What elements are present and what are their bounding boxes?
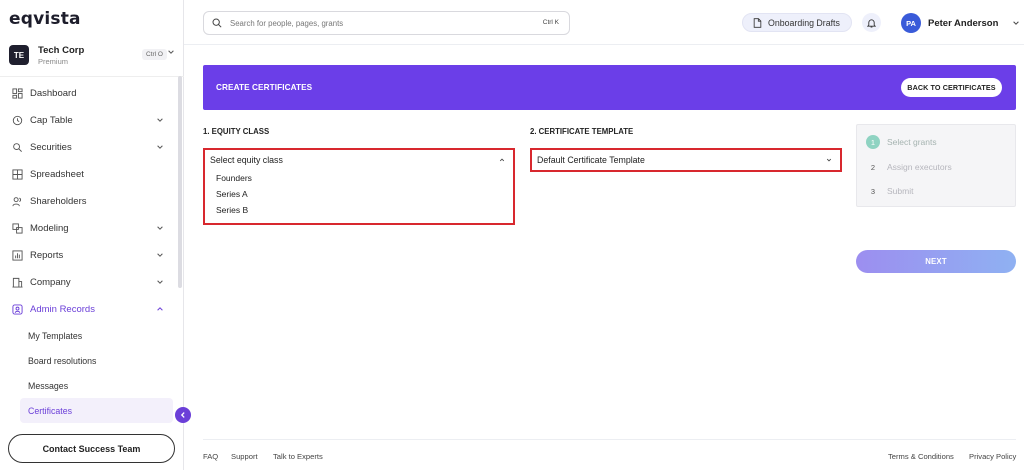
sidebar-subitem-messages[interactable]: Messages xyxy=(0,373,176,398)
sidebar-item-label: Shareholders xyxy=(30,196,87,207)
sidebar-item-label: Admin Records xyxy=(30,304,95,315)
contact-success-team-button[interactable]: Contact Success Team xyxy=(8,434,175,463)
equity-option-founders[interactable]: Founders xyxy=(205,170,513,186)
bell-icon xyxy=(867,18,876,27)
chevron-down-icon xyxy=(157,145,163,149)
next-button[interactable]: NEXT xyxy=(856,250,1016,273)
certificate-template-label: 2. CERTIFICATE TEMPLATE xyxy=(530,127,634,136)
company-switcher[interactable]: TE Tech Corp Premium Ctrl O xyxy=(9,42,177,68)
document-icon xyxy=(753,17,762,28)
sidebar-item-label: Company xyxy=(30,277,71,288)
step-label: Submit xyxy=(887,186,914,196)
step-number: 2 xyxy=(870,162,876,172)
sidebar-item-label: Securities xyxy=(30,142,72,153)
equity-class-select[interactable]: Select equity class Founders Series A Se… xyxy=(203,148,515,225)
clock-icon xyxy=(12,115,23,126)
footer-link-terms[interactable]: Terms & Conditions xyxy=(888,452,954,461)
sidebar-item-securities[interactable]: Securities xyxy=(0,134,176,161)
chevron-down-icon xyxy=(168,50,174,54)
notifications-button[interactable] xyxy=(862,13,881,32)
equity-class-placeholder: Select equity class xyxy=(210,155,283,165)
step-number: 1 xyxy=(866,135,880,149)
equity-class-label: 1. EQUITY CLASS xyxy=(203,127,270,136)
sidebar-item-shareholders[interactable]: Shareholders xyxy=(0,188,176,215)
chevron-down-icon xyxy=(826,158,832,162)
users-icon xyxy=(12,196,23,207)
equity-option-series-a[interactable]: Series A xyxy=(205,186,513,202)
search-bar[interactable]: Ctrl K xyxy=(203,11,570,35)
onboarding-drafts-button[interactable]: Onboarding Drafts xyxy=(742,13,852,32)
sidebar-item-admin-records[interactable]: Admin Records xyxy=(0,296,176,323)
sidebar-item-modeling[interactable]: Modeling xyxy=(0,215,176,242)
sidebar-subitem-certificates[interactable]: Certificates xyxy=(20,398,173,423)
equity-option-series-b[interactable]: Series B xyxy=(205,202,513,218)
avatar: PA xyxy=(901,13,921,33)
user-name: Peter Anderson xyxy=(928,17,999,29)
footer-link-talk-to-experts[interactable]: Talk to Experts xyxy=(273,452,323,461)
app-logo[interactable]: eqvista xyxy=(9,9,81,29)
sidebar-item-cap-table[interactable]: Cap Table xyxy=(0,107,176,134)
collapse-sidebar-button[interactable] xyxy=(175,407,191,423)
dashboard-icon xyxy=(12,88,23,99)
sidebar-scrollbar[interactable] xyxy=(178,76,182,288)
chevron-left-icon xyxy=(180,412,185,418)
chevron-up-icon xyxy=(157,307,163,311)
user-menu[interactable]: PA Peter Anderson xyxy=(901,12,1020,34)
sidebar-item-company[interactable]: Company xyxy=(0,269,176,296)
footer-divider xyxy=(203,439,1016,440)
certificate-template-value: Default Certificate Template xyxy=(537,155,645,165)
step-label: Select grants xyxy=(887,137,937,147)
app-root: eqvista TE Tech Corp Premium Ctrl O Dash… xyxy=(0,0,1024,470)
search-input[interactable] xyxy=(230,18,530,28)
equity-class-field[interactable]: Select equity class xyxy=(205,150,513,170)
company-name: Tech Corp xyxy=(38,44,85,56)
step-submit: 3 Submit xyxy=(866,184,914,198)
step-number: 3 xyxy=(870,186,876,196)
wizard-steps: 1 Select grants 2 Assign executors 3 Sub… xyxy=(856,124,1016,207)
company-plan: Premium xyxy=(38,56,69,66)
chevron-down-icon xyxy=(1013,21,1020,25)
step-label: Assign executors xyxy=(887,162,952,172)
sidebar-item-spreadsheet[interactable]: Spreadsheet xyxy=(0,161,176,188)
sidebar: eqvista TE Tech Corp Premium Ctrl O Dash… xyxy=(0,0,191,470)
sidebar-nav: Dashboard Cap Table Securities Spreadshe… xyxy=(0,80,176,423)
page-banner: CREATE CERTIFICATES BACK TO CERTIFICATES xyxy=(203,65,1016,110)
footer-link-privacy[interactable]: Privacy Policy xyxy=(969,452,1016,461)
chevron-down-icon xyxy=(157,253,163,257)
company-shortcut: Ctrl O xyxy=(142,49,167,60)
footer-link-faq[interactable]: FAQ xyxy=(203,452,218,461)
sidebar-item-reports[interactable]: Reports xyxy=(0,242,176,269)
securities-icon xyxy=(12,142,23,153)
sidebar-item-dashboard[interactable]: Dashboard xyxy=(0,80,176,107)
sidebar-item-label: Dashboard xyxy=(30,88,77,99)
sidebar-divider xyxy=(0,76,184,77)
chevron-up-icon xyxy=(499,158,505,162)
company-icon xyxy=(12,277,23,288)
chevron-down-icon xyxy=(157,226,163,230)
company-avatar: TE xyxy=(9,45,29,65)
step-assign-executors: 2 Assign executors xyxy=(866,160,952,174)
sidebar-item-label: Modeling xyxy=(30,223,69,234)
grid-icon xyxy=(12,169,23,180)
modeling-icon xyxy=(12,223,23,234)
topbar: Ctrl K Onboarding Drafts PA Peter Anders… xyxy=(184,0,1024,45)
certificate-template-select[interactable]: Default Certificate Template xyxy=(530,148,842,172)
sidebar-subitem-board-resolutions[interactable]: Board resolutions xyxy=(0,348,176,373)
step-select-grants: 1 Select grants xyxy=(866,135,937,149)
reports-icon xyxy=(12,250,23,261)
certificate-template-field[interactable]: Default Certificate Template xyxy=(532,150,840,170)
chevron-down-icon xyxy=(157,118,163,122)
search-shortcut: Ctrl K xyxy=(542,19,559,26)
sidebar-item-label: Spreadsheet xyxy=(30,169,84,180)
search-icon xyxy=(212,18,222,28)
sidebar-item-label: Reports xyxy=(30,250,64,261)
footer-link-support[interactable]: Support xyxy=(231,452,258,461)
onboarding-drafts-label: Onboarding Drafts xyxy=(768,17,840,28)
back-to-certificates-button[interactable]: BACK TO CERTIFICATES xyxy=(901,78,1002,97)
page-title: CREATE CERTIFICATES xyxy=(216,83,313,92)
sidebar-item-label: Cap Table xyxy=(30,115,73,126)
admin-records-icon xyxy=(12,304,23,315)
chevron-down-icon xyxy=(157,280,163,284)
sidebar-subitem-my-templates[interactable]: My Templates xyxy=(0,323,176,348)
